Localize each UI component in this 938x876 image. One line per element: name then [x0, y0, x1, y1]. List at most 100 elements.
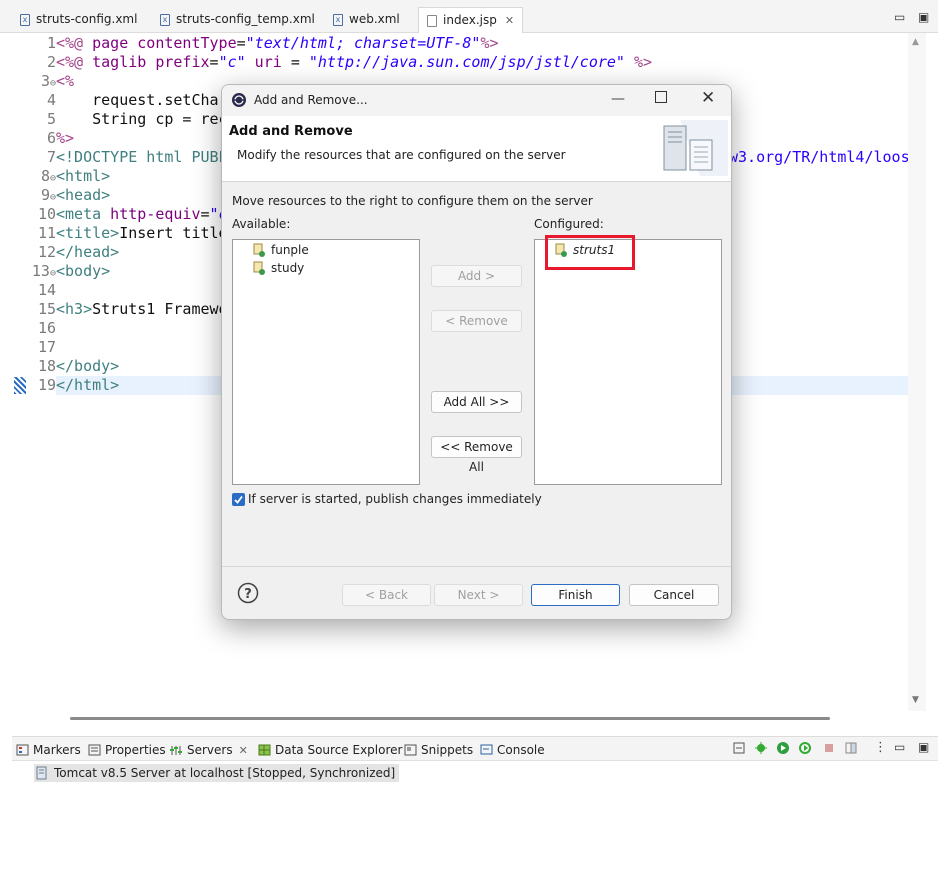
- maximize-icon[interactable]: ▣: [918, 10, 929, 24]
- minimize-icon[interactable]: ▭: [894, 740, 905, 754]
- server-icon: [36, 766, 47, 780]
- code-line: <%@ taglib prefix="c" uri = "http://java…: [56, 53, 653, 71]
- markers-icon: [16, 744, 29, 756]
- editor-vertical-scrollbar[interactable]: ▲ ▼: [908, 33, 926, 711]
- list-item[interactable]: study: [253, 261, 304, 275]
- code-line: request.setChar: [56, 91, 228, 109]
- cancel-button[interactable]: Cancel: [629, 584, 719, 606]
- publish-checkbox-label: If server is started, publish changes im…: [248, 492, 542, 506]
- properties-icon: [88, 744, 101, 756]
- next-button[interactable]: Next >: [434, 584, 523, 606]
- line-number: 18: [37, 357, 56, 375]
- code-line: <head>: [56, 186, 111, 204]
- dialog-minimize-icon[interactable]: —: [611, 91, 625, 107]
- code-line: <meta http-equiv="c: [56, 205, 228, 223]
- editor-horizontal-scrollbar[interactable]: [70, 717, 830, 720]
- code-line-tail: w3.org/TR/html4/loos: [729, 148, 910, 166]
- code-line: <body>: [56, 262, 111, 280]
- maximize-icon[interactable]: ▣: [918, 740, 929, 754]
- stop-server-icon[interactable]: [822, 741, 836, 755]
- code-line: String cp = rec: [56, 110, 228, 128]
- configured-label: Configured:: [534, 217, 604, 231]
- view-menu-icon[interactable]: ⋮: [874, 740, 887, 755]
- tab-servers[interactable]: Servers ✕: [170, 741, 248, 759]
- snippets-icon: [404, 744, 417, 756]
- close-icon[interactable]: ✕: [505, 14, 514, 27]
- finish-button[interactable]: Finish: [531, 584, 620, 606]
- line-number-gutter: 1 2 3⊖ 4 5 6 7 8⊖ 9⊖ 10 11 12 13⊖ 14 15 …: [12, 33, 56, 711]
- dialog-instruction: Move resources to the right to configure…: [232, 194, 593, 208]
- tab-snippets[interactable]: Snippets: [404, 741, 473, 759]
- editor-tab-index-jsp[interactable]: index.jsp ✕: [418, 7, 524, 33]
- line-number: 16: [37, 319, 56, 337]
- line-number: 17: [37, 338, 56, 356]
- code-line: <%@ page contentType="text/html; charset…: [56, 34, 499, 52]
- remove-all-button[interactable]: << Remove All: [431, 436, 522, 474]
- xml-file-icon: x: [333, 13, 343, 26]
- console-icon: [480, 744, 493, 755]
- debug-server-icon[interactable]: [754, 741, 768, 755]
- dialog-header-description: Modify the resources that are configured…: [237, 148, 566, 162]
- project-icon: [253, 261, 265, 275]
- start-server-icon[interactable]: [776, 741, 790, 755]
- code-line: <h3>Struts1 Framewo: [56, 300, 228, 318]
- editor-tab-struts-config[interactable]: x struts-config.xml: [20, 8, 137, 30]
- list-item[interactable]: funple: [253, 243, 309, 257]
- servers-icon: [170, 746, 182, 755]
- line-number: 5: [46, 110, 56, 128]
- code-line: </head>: [56, 243, 120, 261]
- bottom-tab-bar: Markers Properties Servers ✕ Data Source …: [12, 737, 938, 761]
- line-number: 1: [46, 34, 56, 52]
- dialog-header: Add and Remove Modify the resources that…: [222, 116, 731, 182]
- code-line: </body>: [56, 357, 120, 375]
- code-line: <%: [56, 72, 75, 90]
- editor-tab-struts-config-temp[interactable]: x struts-config_temp.xml: [160, 8, 315, 30]
- add-button[interactable]: Add >: [431, 265, 522, 287]
- code-line: <!DOCTYPE html PUBL: [56, 148, 228, 166]
- publish-checkbox[interactable]: [232, 493, 245, 506]
- xml-file-icon: x: [20, 13, 30, 26]
- code-line: <title>Insert title: [56, 224, 228, 242]
- code-line: %>: [56, 129, 75, 147]
- eclipse-icon: [232, 93, 246, 107]
- line-number: 14: [37, 281, 56, 299]
- line-number: 3⊖: [40, 72, 56, 90]
- editor-tab-web-xml[interactable]: x web.xml: [333, 8, 400, 30]
- configured-list[interactable]: struts1: [534, 235, 722, 485]
- dialog-close-icon[interactable]: ✕: [701, 88, 715, 108]
- remove-button[interactable]: < Remove: [431, 310, 522, 332]
- scroll-up-icon[interactable]: ▲: [912, 37, 919, 47]
- profile-server-icon[interactable]: [798, 741, 812, 755]
- line-number: 9⊖: [40, 186, 56, 204]
- back-button[interactable]: < Back: [342, 584, 431, 606]
- publish-icon[interactable]: [844, 741, 858, 755]
- line-number: 4: [46, 91, 56, 109]
- add-all-button[interactable]: Add All >>: [431, 391, 522, 413]
- tab-console[interactable]: Console: [480, 741, 545, 759]
- code-line: </html>: [56, 376, 120, 394]
- tab-data-source-explorer[interactable]: Data Source Explorer: [258, 741, 402, 759]
- minimize-icon[interactable]: ▭: [894, 10, 905, 24]
- server-row-tomcat[interactable]: Tomcat v8.5 Server at localhost [Stopped…: [34, 764, 400, 782]
- line-number: 15: [37, 300, 56, 318]
- data-source-icon: [258, 744, 271, 756]
- help-icon[interactable]: ?: [237, 582, 259, 604]
- line-number: 19: [37, 376, 56, 394]
- tab-properties[interactable]: Properties: [88, 741, 166, 759]
- dialog-footer-divider: [222, 566, 731, 567]
- line-number: 6: [46, 129, 56, 147]
- collapse-all-icon[interactable]: [732, 741, 746, 755]
- close-icon[interactable]: ✕: [239, 744, 248, 757]
- server-banner-icon: [663, 120, 728, 176]
- bottom-panel: Markers Properties Servers ✕ Data Source …: [12, 736, 938, 876]
- line-number: 12: [37, 243, 56, 261]
- dialog-maximize-icon[interactable]: [655, 91, 667, 103]
- scroll-down-icon[interactable]: ▼: [912, 695, 919, 705]
- line-number: 10: [37, 205, 56, 223]
- code-line: <html>: [56, 167, 111, 185]
- xml-file-icon: x: [160, 13, 170, 26]
- tab-markers[interactable]: Markers: [16, 741, 81, 759]
- line-number: 11: [37, 224, 56, 242]
- available-list[interactable]: funple study: [232, 239, 420, 485]
- add-remove-dialog: Add and Remove... — ✕ Add and Remove Mod…: [221, 84, 732, 620]
